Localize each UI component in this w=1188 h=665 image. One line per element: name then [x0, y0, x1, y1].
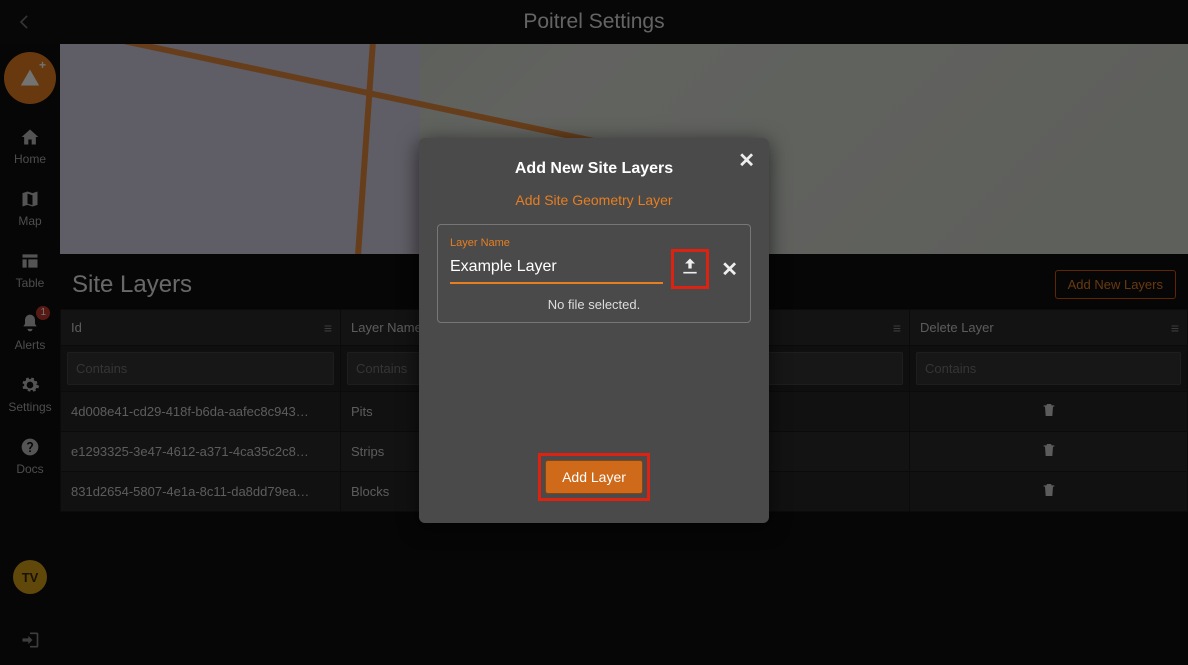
modal-title: Add New Site Layers — [437, 160, 751, 178]
add-layers-modal: ✕ Add New Site Layers Add Site Geometry … — [419, 138, 769, 523]
layer-name-input[interactable] — [450, 254, 663, 284]
remove-layer-row-button[interactable]: ✕ — [721, 257, 738, 282]
add-layer-button[interactable]: Add Layer — [545, 460, 643, 494]
add-layer-highlight: Add Layer — [538, 453, 650, 501]
add-geometry-layer-link[interactable]: Add Site Geometry Layer — [437, 192, 751, 208]
layer-entry-box: Layer Name ✕ No file selected. — [437, 224, 751, 323]
layer-name-label: Layer Name — [450, 237, 738, 249]
upload-button[interactable] — [680, 256, 700, 282]
upload-highlight — [671, 249, 709, 289]
close-modal-button[interactable]: ✕ — [738, 148, 755, 173]
upload-icon — [680, 256, 700, 276]
file-status: No file selected. — [450, 297, 738, 312]
